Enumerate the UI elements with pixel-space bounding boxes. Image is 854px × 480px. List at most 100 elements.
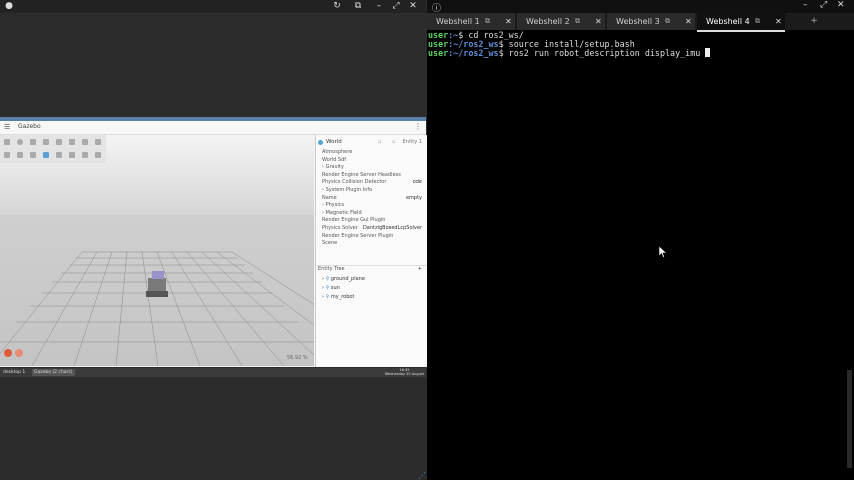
close-tab-icon[interactable]: ✕ — [775, 13, 782, 30]
property-row[interactable]: › Physics — [316, 202, 427, 209]
component-inspector-panel: World ▫ ▫ Entity 1 Atmosphere World Sdf › … — [315, 135, 427, 367]
close-tab-icon[interactable]: ✕ — [685, 13, 692, 30]
property-key: › Physics — [322, 202, 345, 209]
gazebo-app-title: Gazebo — [18, 123, 41, 130]
kebab-menu-icon[interactable]: ⋮ — [414, 122, 422, 131]
resize-handle-icon[interactable]: ⋰ — [418, 471, 426, 480]
maximize-icon[interactable]: ⤢ — [820, 0, 827, 10]
screenshot-icon[interactable] — [69, 152, 75, 158]
property-row[interactable]: World Sdf — [316, 157, 427, 164]
refresh-icon[interactable]: ↻ — [332, 1, 342, 11]
play-pause-button[interactable] — [4, 349, 12, 357]
popout-icon[interactable]: ⧉ — [665, 13, 670, 30]
property-value: empty — [405, 194, 422, 201]
view-angle-icon[interactable] — [56, 152, 62, 158]
directional-light-icon[interactable] — [95, 139, 101, 145]
property-key: Physics Collision Detector — [322, 179, 387, 186]
property-key: Name — [322, 194, 337, 201]
lock-icon[interactable]: ▫ — [378, 138, 381, 147]
property-key: Render Engine Gui Plugin — [322, 217, 386, 224]
rotate-tool-icon[interactable] — [30, 152, 36, 158]
gazebo-toolbar: ☰ Gazebo ⋮ — [0, 121, 426, 135]
property-row[interactable]: › System Plugin Info — [316, 187, 427, 194]
terminal-tab-bar: Webshell 1 ⧉ ✕ Webshell 2 ⧉ ✕ Webshell 3… — [427, 13, 854, 32]
tab-webshell-2[interactable]: Webshell 2 ⧉ ✕ — [517, 13, 605, 30]
tab-webshell-1[interactable]: Webshell 1 ⧉ ✕ — [427, 13, 515, 30]
app-menu-icon[interactable]: ● — [4, 1, 14, 11]
property-key: Physics Solver — [322, 225, 358, 231]
sphere-shape-icon[interactable] — [17, 139, 23, 145]
close-tab-icon[interactable]: ✕ — [505, 13, 512, 30]
property-row[interactable]: › Magnetic Field — [316, 210, 427, 217]
property-key: Render Engine Server Headless — [322, 171, 401, 178]
close-tab-icon[interactable]: ✕ — [595, 13, 602, 30]
terminal-pane: ⓘ – ⤢ ✕ Webshell 1 ⧉ ✕ Webshell 2 ⧉ ✕ We… — [427, 0, 854, 480]
panel-header: World ▫ ▫ Entity 1 — [316, 138, 427, 147]
property-key: Atmosphere — [322, 149, 353, 155]
entity-tree-item[interactable]: › ⚲ my_robot — [322, 293, 354, 301]
left-pane-topbar: ● ↻ ⧉ – ⤢ ✕ — [0, 0, 426, 13]
zoom-readout: 56.92 % — [287, 355, 308, 361]
select-tool-icon[interactable] — [4, 152, 10, 158]
text-cursor — [705, 48, 711, 57]
entity-tree-item[interactable]: › ⚲ ground_plane — [322, 275, 365, 283]
property-key: › System Plugin Info — [322, 187, 373, 193]
capsule-shape-icon[interactable] — [43, 139, 49, 145]
world-icon — [318, 140, 323, 145]
popout-icon[interactable]: ⧉ — [485, 13, 490, 30]
light-icon[interactable] — [69, 139, 75, 145]
step-button[interactable] — [15, 349, 23, 357]
copy-icon[interactable] — [82, 152, 88, 158]
workspace-switcher[interactable]: desktop 1 — [1, 369, 27, 376]
property-key: › Gravity — [322, 164, 344, 171]
gazebo-window: ☰ Gazebo ⋮ World ▫ ▫ Entity 1 Atmosphere… — [0, 117, 427, 367]
ellipsoid-shape-icon[interactable] — [56, 139, 62, 145]
box-shape-icon[interactable] — [4, 139, 10, 145]
close-icon[interactable]: ✕ — [408, 1, 418, 11]
property-row[interactable]: Atmosphere — [316, 149, 427, 156]
property-row[interactable]: › Gravity — [316, 164, 427, 171]
terminal-output[interactable]: user:~$ cd ros2_ws/ user:~/ros2_ws$ sour… — [427, 30, 854, 480]
property-value: DantzigBoxedLcpSolver — [362, 225, 422, 231]
tab-webshell-3[interactable]: Webshell 3 ⧉ ✕ — [607, 13, 695, 30]
property-value: ode — [412, 179, 422, 186]
property-row[interactable]: Physics Solver DantzigBoxedLcpSolver — [316, 225, 427, 232]
property-row[interactable]: Scene — [316, 240, 427, 247]
property-row[interactable]: Render Engine Gui Plugin — [316, 217, 427, 224]
popout-icon[interactable]: ⧉ — [755, 13, 760, 30]
property-row[interactable]: Render Engine Server Plugin — [316, 233, 427, 240]
spot-light-icon[interactable] — [82, 139, 88, 145]
pin-icon[interactable]: ▫ — [392, 138, 395, 147]
close-icon[interactable]: ✕ — [837, 0, 845, 10]
terminal-line: user:~/ros2_ws$ ros2 run robot_descripti… — [428, 48, 711, 58]
terminal-pane-topbar: ⓘ – ⤢ ✕ — [427, 0, 854, 14]
terminal-scrollbar[interactable] — [847, 370, 852, 468]
hamburger-menu-icon[interactable]: ☰ — [4, 123, 10, 131]
property-key: World Sdf — [322, 156, 347, 163]
left-pane: ● ↻ ⧉ – ⤢ ✕ ☰ Gazebo ⋮ World ▫ ▫ Entity … — [0, 0, 427, 480]
snap-tool-icon[interactable] — [43, 152, 49, 158]
entity-tree-header: Entity Tree + — [316, 265, 427, 273]
add-entity-icon[interactable]: + — [418, 266, 422, 273]
gazebo-3d-viewport[interactable] — [0, 135, 314, 366]
taskbar-task[interactable]: Gazebo (2 chars) — [32, 369, 75, 376]
translate-tool-icon[interactable] — [17, 152, 23, 158]
property-row[interactable]: Render Engine Server Headless — [316, 172, 427, 179]
property-row[interactable]: Physics Collision Detector ode — [316, 179, 427, 186]
property-key: › Magnetic Field — [322, 209, 362, 216]
paste-icon[interactable] — [95, 152, 101, 158]
cylinder-shape-icon[interactable] — [30, 139, 36, 145]
property-row[interactable]: Name empty — [316, 195, 427, 202]
minimize-icon[interactable]: – — [803, 0, 808, 10]
entity-tree-item[interactable]: › ⚲ sun — [322, 284, 340, 292]
maximize-icon[interactable]: ⤢ — [391, 1, 401, 11]
add-tab-button[interactable]: + — [804, 13, 824, 30]
minimize-icon[interactable]: – — [374, 1, 384, 11]
mouse-pointer-icon — [658, 243, 668, 262]
desktop-taskbar: desktop 1 Gazebo (2 chars) 16:45 Wednesd… — [0, 368, 426, 377]
property-key: Render Engine Server Plugin — [322, 232, 394, 239]
popout-icon[interactable]: ⧉ — [575, 13, 580, 30]
property-key: Scene — [322, 240, 338, 247]
taskbar-clock: 16:45 Wednesday 20 August — [384, 368, 424, 376]
popout-icon[interactable]: ⧉ — [353, 1, 363, 11]
